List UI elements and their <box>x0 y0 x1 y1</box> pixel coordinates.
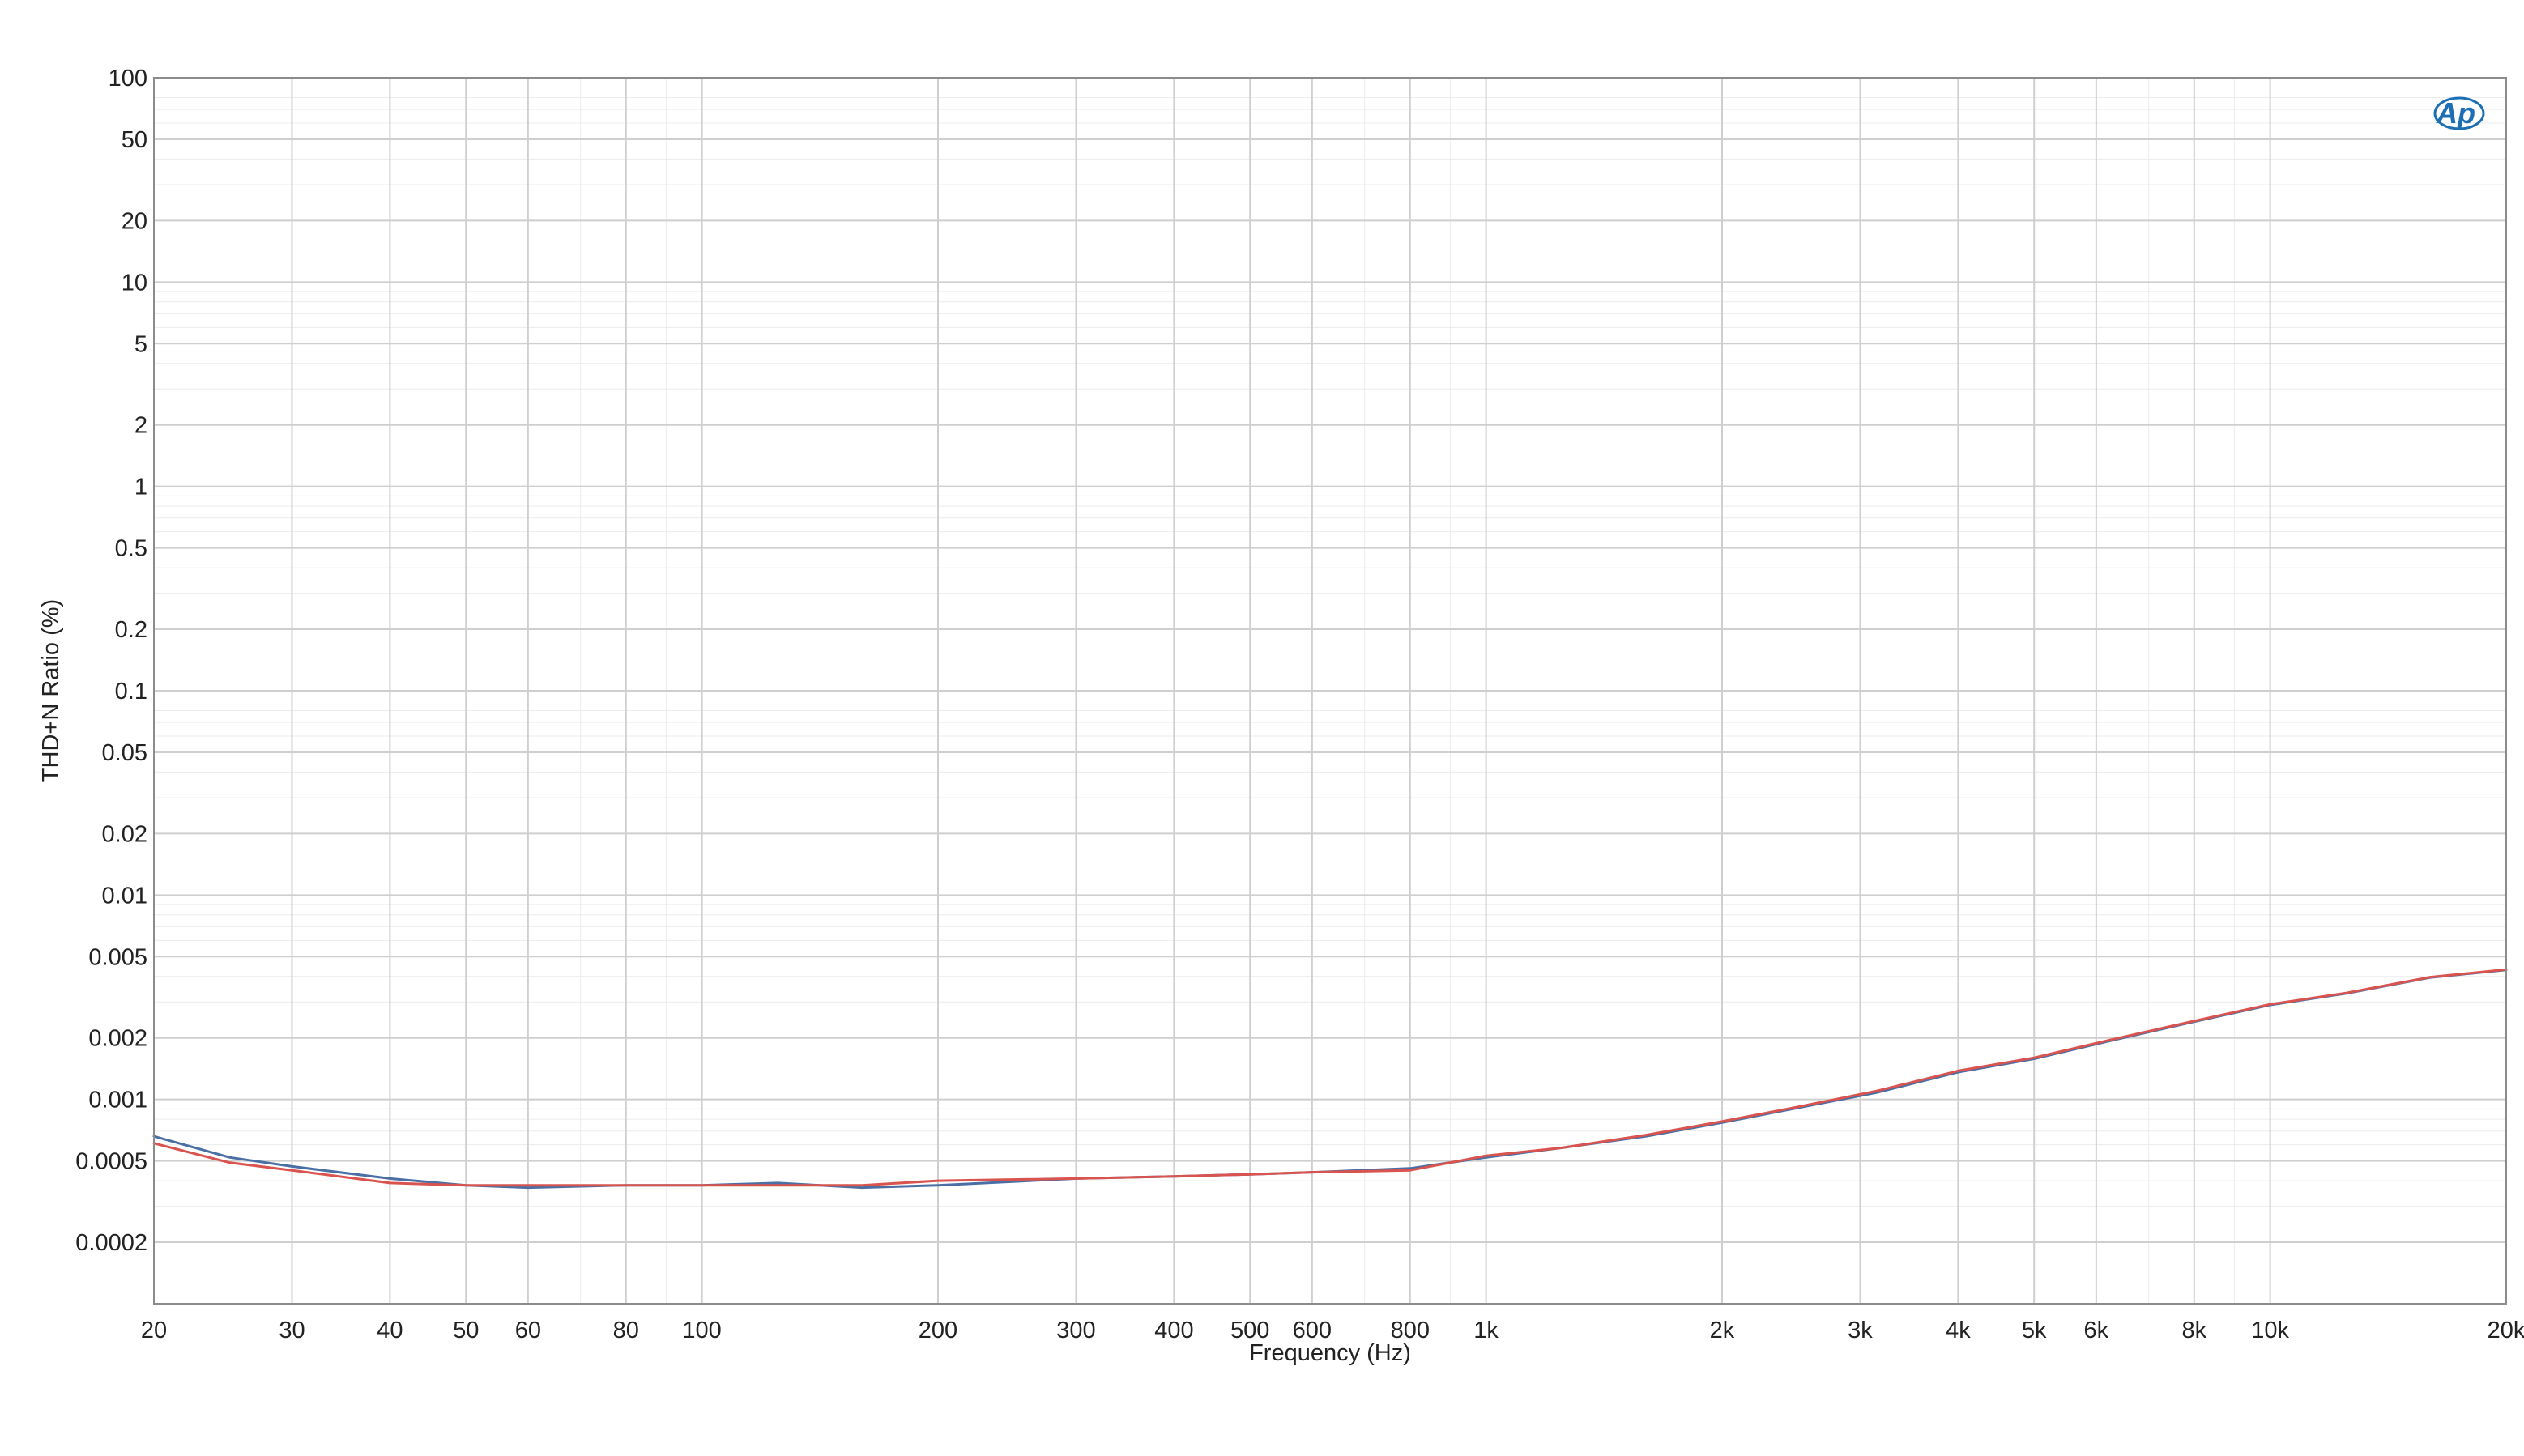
y-tick-label: 10 <box>122 270 147 296</box>
x-tick-label: 2k <box>1710 1318 1735 1343</box>
y-tick-label: 20 <box>122 208 147 234</box>
y-tick-label: 0.1 <box>115 679 147 705</box>
x-tick-label: 6k <box>2084 1318 2109 1343</box>
y-tick-label: 0.5 <box>115 536 147 562</box>
y-tick-label: 0.002 <box>88 1026 147 1052</box>
x-tick-label: 30 <box>279 1318 305 1343</box>
x-tick-label: 5k <box>2022 1318 2047 1343</box>
y-tick-label: 0.01 <box>102 883 147 909</box>
x-tick-label: 60 <box>515 1318 541 1343</box>
y-tick-label: 0.0005 <box>75 1149 147 1175</box>
y-tick-label: 0.001 <box>88 1088 147 1113</box>
y-tick-label: 0.0002 <box>75 1230 147 1256</box>
y-tick-label: 100 <box>109 66 147 92</box>
x-tick-label: 400 <box>1154 1318 1193 1343</box>
ap-logo-text: Ap <box>2436 96 2475 130</box>
chart-background <box>0 0 2524 1452</box>
x-tick-label: 20 <box>141 1318 167 1343</box>
x-tick-label: 40 <box>377 1318 403 1343</box>
y-tick-label: 50 <box>122 127 147 153</box>
x-tick-label: 100 <box>682 1318 721 1343</box>
x-tick-label: 8k <box>2181 1318 2206 1343</box>
x-tick-label: 300 <box>1056 1318 1095 1343</box>
y-tick-label: 0.005 <box>88 944 147 970</box>
y-tick-label: 1 <box>134 475 147 500</box>
x-axis-title: Frequency (Hz) <box>1249 1340 1411 1366</box>
x-tick-label: 20k <box>2488 1318 2524 1343</box>
y-tick-label: 0.02 <box>102 821 147 847</box>
x-tick-label: 10k <box>2251 1318 2289 1343</box>
chart-canvas: 20 30 40 50 60 80 100 200 300 400 500 600 800 1k 2k 3k 4… <box>0 0 2524 1452</box>
x-tick-label: 200 <box>919 1318 957 1343</box>
y-tick-label: 2 <box>134 413 147 439</box>
thd-n-frequency-chart: 20 30 40 50 60 80 100 200 300 400 500 600 800 1k 2k 3k 4… <box>0 0 2524 1452</box>
x-tick-label: 1k <box>1473 1318 1499 1343</box>
y-tick-label: 0.2 <box>115 617 147 643</box>
y-tick-label: 5 <box>134 331 147 357</box>
x-tick-label: 3k <box>1848 1318 1873 1343</box>
x-tick-label: 80 <box>613 1318 639 1343</box>
y-tick-label: 0.05 <box>102 740 147 766</box>
y-axis-title: THD+N Ratio (%) <box>38 599 64 782</box>
x-tick-label: 50 <box>453 1318 479 1343</box>
x-tick-label: 4k <box>1946 1318 1971 1343</box>
